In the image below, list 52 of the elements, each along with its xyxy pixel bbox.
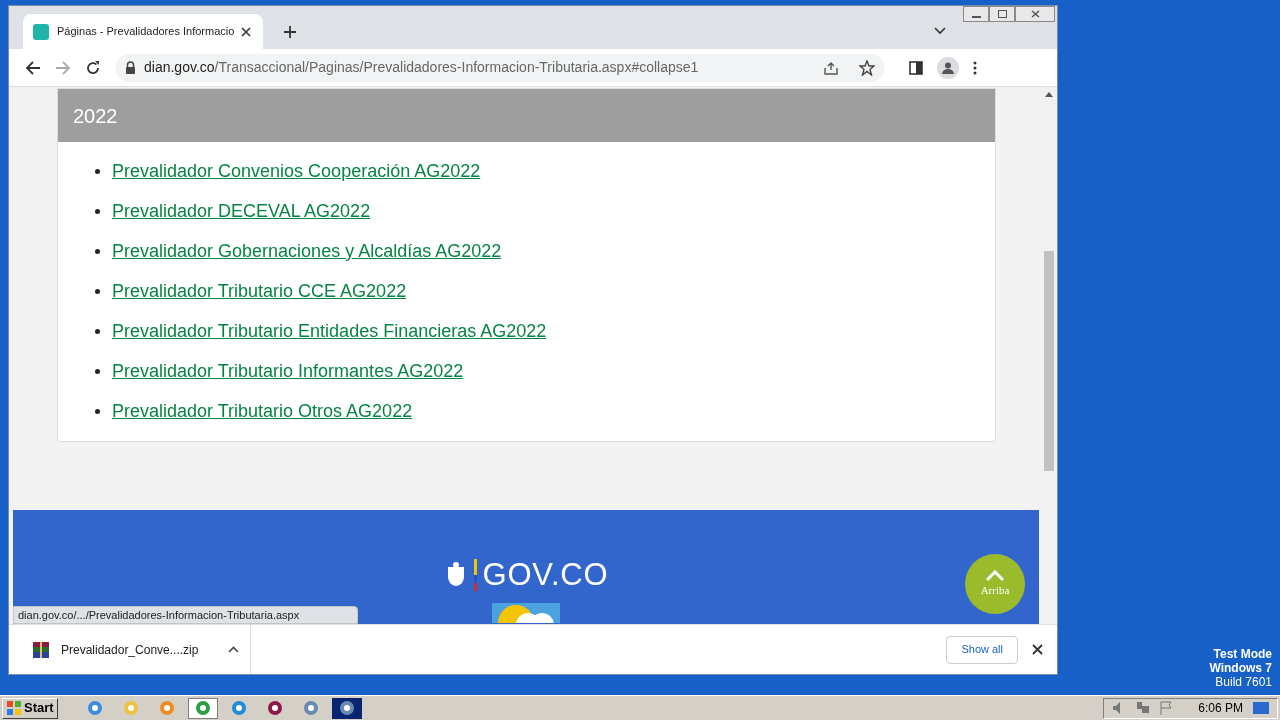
download-link[interactable]: Prevalidador Tributario Informantes AG2022: [112, 359, 464, 383]
download-link[interactable]: Prevalidador DECEVAL AG2022: [112, 199, 371, 223]
download-item[interactable]: Prevalidador_Conve....zip: [9, 625, 251, 674]
lock-icon[interactable]: [125, 61, 136, 74]
bullet-icon: [95, 408, 100, 414]
chevron-down-icon[interactable]: [934, 27, 946, 35]
address-bar[interactable]: dian.gov.co/Transaccional/Paginas/Prevalidadores-Informacion-Tributaria.aspx#collapse1: [115, 53, 885, 82]
desktop-text: Test Mode: [1213, 647, 1272, 661]
download-link[interactable]: Prevalidador Gobernaciones y Alcaldías AG2022: [112, 239, 502, 263]
download-link[interactable]: Prevalidador Tributario Otros AG2022: [112, 399, 413, 423]
download-link[interactable]: Prevalidador Tributario Entidades Financieras AG2022: [112, 319, 547, 343]
star-icon[interactable]: [859, 59, 875, 76]
side-panel-icon[interactable]: [909, 60, 923, 75]
bullet-icon: [95, 368, 100, 374]
download-link[interactable]: Prevalidador Convenios Cooperación AG2022: [112, 159, 481, 183]
bullet-icon: [95, 168, 100, 174]
clock-text: 6:06 PM: [1198, 700, 1243, 717]
minimize-button[interactable]: [963, 6, 989, 22]
reload-icon[interactable]: [85, 59, 101, 76]
footer-logo-text: GOV.CO: [482, 556, 609, 594]
bullet-icon: [95, 288, 100, 294]
new-tab-icon[interactable]: [283, 25, 297, 39]
bullet-icon: [95, 248, 100, 254]
desktop-text: Build 7601: [1215, 675, 1272, 689]
flag-stripe-icon: [473, 559, 477, 592]
arrow-up-icon[interactable]: [1045, 92, 1053, 97]
browser-tab[interactable]: Páginas - Prevalidadores Informacio: [23, 14, 263, 49]
close-icon[interactable]: [1030, 10, 1040, 18]
bullet-icon: [95, 208, 100, 214]
maximize-button[interactable]: [989, 6, 1015, 22]
chevron-up-icon: [985, 569, 1005, 582]
close-icon[interactable]: [241, 26, 251, 37]
windows-logo-icon: [6, 700, 22, 716]
profile-icon[interactable]: [937, 56, 959, 79]
bullet-icon: [95, 328, 100, 334]
back-icon[interactable]: [25, 59, 41, 76]
accordion-title[interactable]: 2022: [73, 100, 118, 131]
download-link[interactable]: Prevalidador Tributario CCE AG2022: [112, 279, 407, 303]
taskbar-app-icon[interactable]: [331, 697, 362, 719]
show-all-button[interactable]: Show all: [946, 635, 1018, 664]
menu-icon[interactable]: [973, 60, 977, 75]
close-button[interactable]: [1015, 6, 1055, 22]
network-icon[interactable]: [1136, 701, 1151, 715]
start-button[interactable]: Start: [2, 697, 58, 719]
desktop-text: Windows 7: [1209, 661, 1272, 675]
archive-icon: [33, 641, 49, 658]
url-text: dian.gov.co/Transaccional/Paginas/Prevalidadores-Informacion-Tributaria.aspx#collapse1: [144, 58, 700, 77]
close-icon[interactable]: [1032, 644, 1043, 655]
site-icon: [33, 23, 49, 40]
share-icon[interactable]: [823, 60, 839, 75]
status-url: dian.gov.co/.../Prevalidadores-Informacion-Tributaria.aspx: [13, 606, 358, 624]
chevron-up-icon[interactable]: [228, 646, 240, 653]
